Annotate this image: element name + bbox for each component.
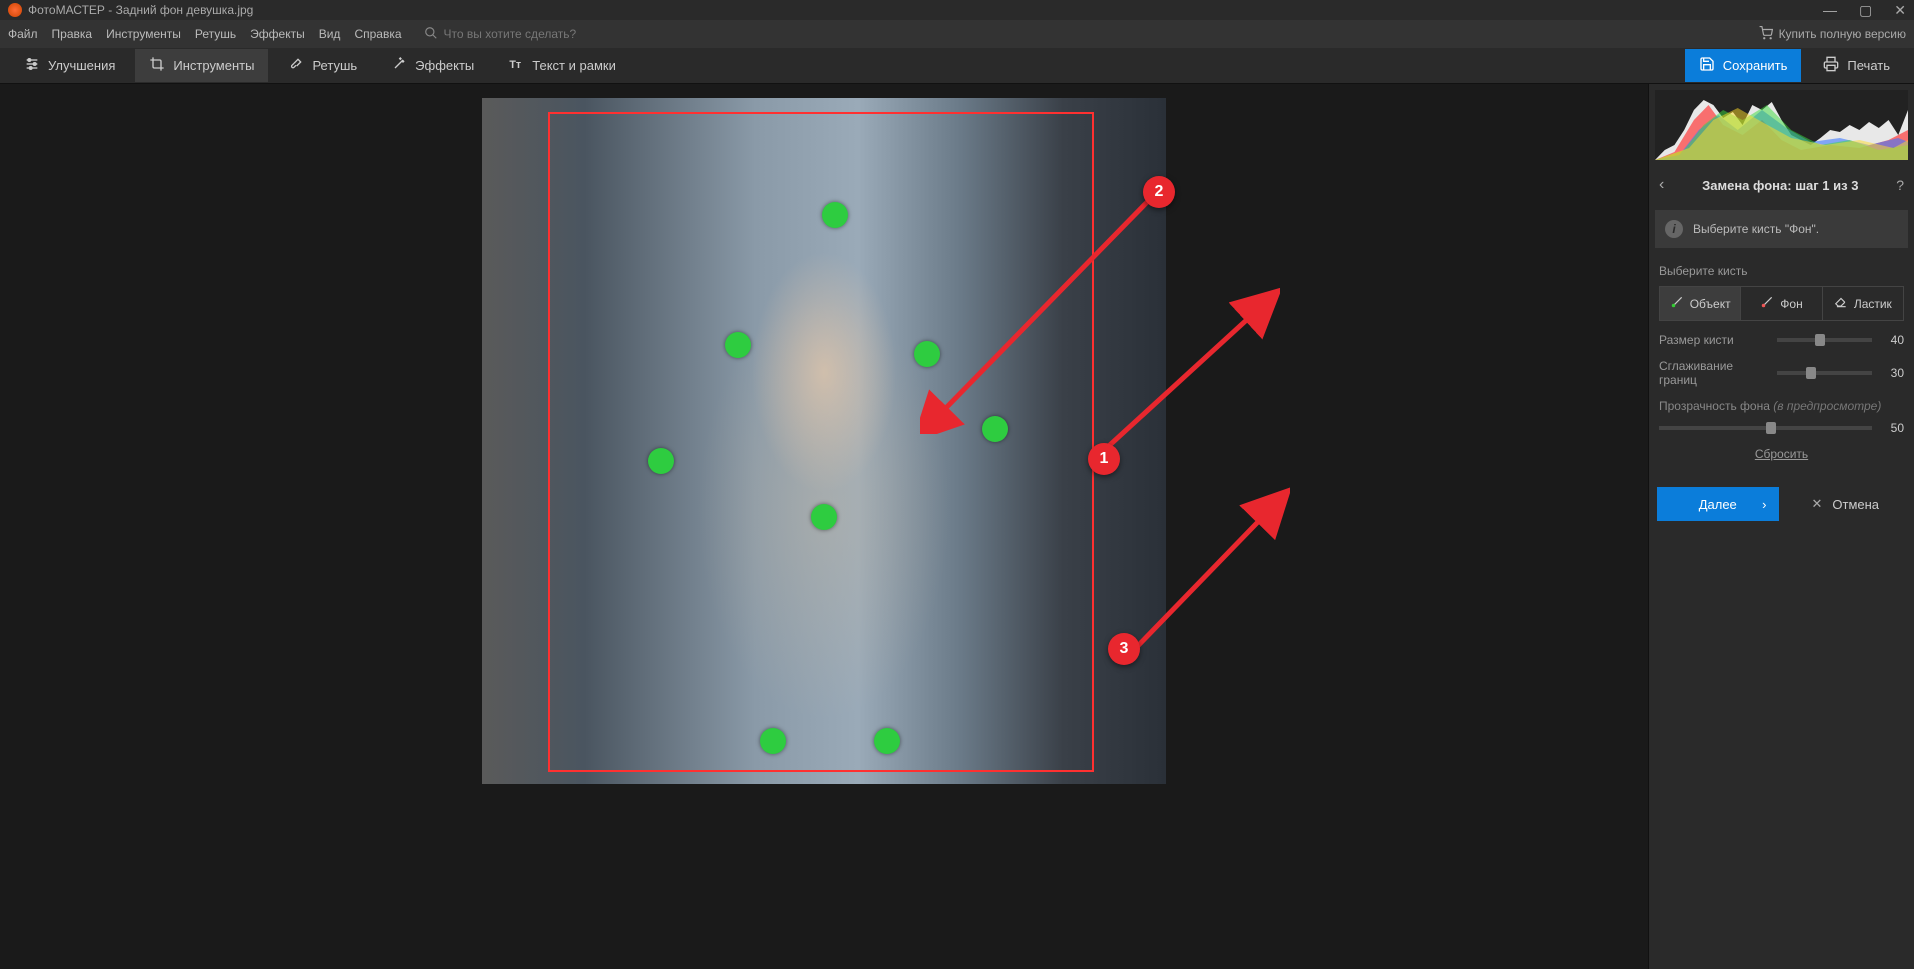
smooth-label: Сглаживание границ (1659, 359, 1769, 387)
wand-icon (391, 56, 407, 75)
menu-file[interactable]: Файл (8, 27, 38, 41)
brush-icon (288, 56, 304, 75)
panel-header: ‹ Замена фона: шаг 1 из 3 ? (1649, 166, 1914, 204)
brush-eraser-label: Ластик (1854, 297, 1892, 311)
chevron-right-icon: › (1762, 497, 1766, 512)
print-icon (1823, 56, 1839, 75)
sliders-icon (24, 56, 40, 75)
search-icon (424, 26, 438, 43)
cart-icon (1759, 26, 1773, 43)
brush-object-label: Объект (1690, 297, 1731, 311)
tab-effects[interactable]: Эффекты (377, 49, 488, 82)
object-marker[interactable] (725, 332, 751, 358)
title-bar: ФотоМАСТЕР - Задний фон девушка.jpg — ▢ … (0, 0, 1914, 20)
print-button[interactable]: Печать (1809, 49, 1904, 82)
save-button-label: Сохранить (1723, 58, 1788, 73)
info-box: i Выберите кисть "Фон". (1655, 210, 1908, 248)
right-panel: ‹ Замена фона: шаг 1 из 3 ? i Выберите к… (1648, 84, 1914, 969)
cancel-button[interactable]: ✕ Отмена (1785, 487, 1907, 521)
histogram (1655, 90, 1908, 160)
object-marker[interactable] (811, 504, 837, 530)
selection-rectangle[interactable] (548, 112, 1094, 772)
app-icon (8, 3, 22, 17)
tab-text-frames[interactable]: Tᴛ Текст и рамки (494, 49, 630, 82)
brush-background-icon (1760, 295, 1774, 312)
save-icon (1699, 56, 1715, 75)
object-marker[interactable] (648, 448, 674, 474)
reset-link[interactable]: Сбросить (1659, 447, 1904, 461)
object-marker[interactable] (982, 416, 1008, 442)
tab-enhance[interactable]: Улучшения (10, 49, 129, 82)
brush-size-label: Размер кисти (1659, 333, 1769, 347)
minimize-button[interactable]: — (1823, 2, 1837, 19)
toolbar: Улучшения Инструменты Ретушь Эффекты Tᴛ … (0, 48, 1914, 84)
buy-full-version[interactable]: Купить полную версию (1759, 26, 1906, 43)
smooth-value: 30 (1880, 366, 1904, 380)
object-marker[interactable] (760, 728, 786, 754)
opacity-value: 50 (1880, 421, 1904, 435)
cancel-button-label: Отмена (1832, 497, 1879, 512)
info-icon: i (1665, 220, 1683, 238)
close-button[interactable]: ✕ (1894, 2, 1906, 19)
next-button-label: Далее (1699, 497, 1737, 512)
save-button[interactable]: Сохранить (1685, 49, 1802, 82)
close-icon: ✕ (1811, 496, 1822, 512)
svg-text:Tᴛ: Tᴛ (510, 59, 522, 71)
tab-effects-label: Эффекты (415, 58, 474, 73)
annotation-step-3: 3 (1108, 633, 1140, 665)
brush-size-value: 40 (1880, 333, 1904, 347)
opacity-label: Прозрачность фона (в предпросмотре) (1659, 399, 1904, 413)
maximize-button[interactable]: ▢ (1859, 2, 1872, 19)
brush-object-icon (1670, 295, 1684, 312)
back-button[interactable]: ‹ (1659, 176, 1664, 194)
brush-section-label: Выберите кисть (1659, 264, 1904, 278)
menu-effects[interactable]: Эффекты (250, 27, 305, 41)
brush-size-slider[interactable] (1777, 338, 1872, 342)
tab-tools[interactable]: Инструменты (135, 49, 268, 82)
tab-enhance-label: Улучшения (48, 58, 115, 73)
menu-bar: Файл Правка Инструменты Ретушь Эффекты В… (0, 20, 1914, 48)
brush-background[interactable]: Фон (1741, 287, 1822, 320)
annotation-step-2: 2 (1143, 176, 1175, 208)
brush-eraser[interactable]: Ластик (1823, 287, 1903, 320)
window-title: ФотоМАСТЕР - Задний фон девушка.jpg (28, 3, 253, 17)
info-text: Выберите кисть "Фон". (1693, 222, 1819, 236)
smooth-slider[interactable] (1777, 371, 1872, 375)
eraser-icon (1834, 295, 1848, 312)
brush-object[interactable]: Объект (1660, 287, 1741, 320)
canvas-image[interactable] (482, 98, 1166, 784)
menu-help[interactable]: Справка (354, 27, 401, 41)
next-button[interactable]: Далее › (1657, 487, 1779, 521)
menu-tools[interactable]: Инструменты (106, 27, 181, 41)
opacity-slider[interactable] (1659, 426, 1872, 430)
object-marker[interactable] (914, 341, 940, 367)
object-marker[interactable] (874, 728, 900, 754)
tab-text-frames-label: Текст и рамки (532, 58, 616, 73)
panel-title: Замена фона: шаг 1 из 3 (1702, 178, 1858, 193)
menu-edit[interactable]: Правка (52, 27, 93, 41)
print-button-label: Печать (1847, 58, 1890, 73)
menu-retouch[interactable]: Ретушь (195, 27, 236, 41)
tab-retouch-label: Ретушь (312, 58, 357, 73)
brush-background-label: Фон (1780, 297, 1802, 311)
help-button[interactable]: ? (1896, 177, 1904, 193)
crop-icon (149, 56, 165, 75)
tab-tools-label: Инструменты (173, 58, 254, 73)
tab-retouch[interactable]: Ретушь (274, 49, 371, 82)
search-placeholder[interactable]: Что вы хотите сделать? (444, 27, 577, 41)
canvas-area[interactable]: 2 1 3 (0, 84, 1648, 969)
menu-view[interactable]: Вид (319, 27, 341, 41)
object-marker[interactable] (822, 202, 848, 228)
annotation-step-1: 1 (1088, 443, 1120, 475)
text-icon: Tᴛ (508, 56, 524, 75)
